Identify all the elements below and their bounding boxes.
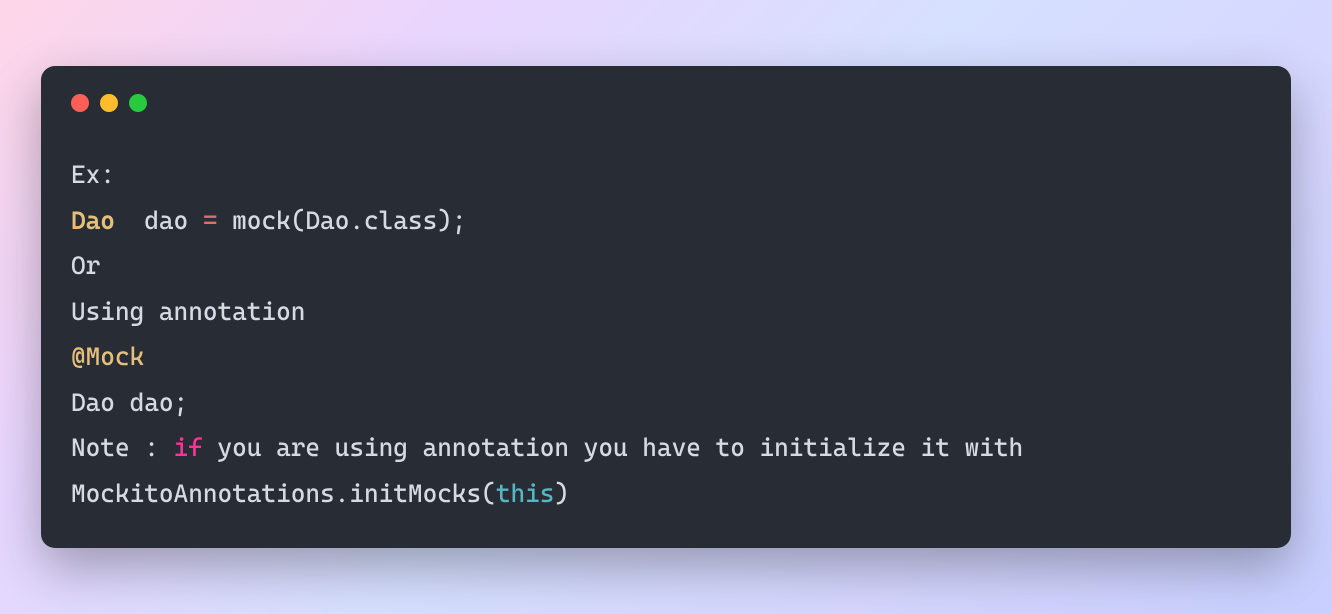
code-token: Dao dao; [71, 388, 188, 417]
code-window: Ex: Dao dao = mock(Dao.class); Or Using ann… [41, 66, 1291, 548]
code-line: Or [71, 243, 1261, 289]
code-line: Ex: [71, 152, 1261, 198]
code-line: Note : if you are using annotation you h… [71, 425, 1261, 471]
code-line: Dao dao = mock(Dao.class); [71, 198, 1261, 244]
code-token: Note : [71, 433, 174, 462]
traffic-lights [71, 94, 1261, 112]
code-token: dao [115, 206, 203, 235]
code-line: @Mock [71, 334, 1261, 380]
code-token: you are using annotation you have to ini… [203, 433, 1023, 462]
code-token: if [174, 433, 203, 462]
minimize-icon[interactable] [100, 94, 118, 112]
close-icon[interactable] [71, 94, 89, 112]
code-token: = [203, 206, 218, 235]
code-line: Dao dao; [71, 380, 1261, 426]
code-token: Or [71, 251, 100, 280]
code-content: Ex: Dao dao = mock(Dao.class); Or Using ann… [71, 152, 1261, 516]
code-token: this [496, 479, 555, 508]
code-token: MockitoAnnotations.initMocks( [71, 479, 496, 508]
code-token: Using annotation [71, 297, 305, 326]
code-token: Ex: [71, 160, 115, 189]
maximize-icon[interactable] [129, 94, 147, 112]
code-token: Dao [71, 206, 115, 235]
code-token: ) [554, 479, 569, 508]
code-token: @Mock [71, 342, 144, 371]
code-line: Using annotation [71, 289, 1261, 335]
code-token: mock(Dao.class); [218, 206, 467, 235]
code-line: MockitoAnnotations.initMocks(this) [71, 471, 1261, 517]
